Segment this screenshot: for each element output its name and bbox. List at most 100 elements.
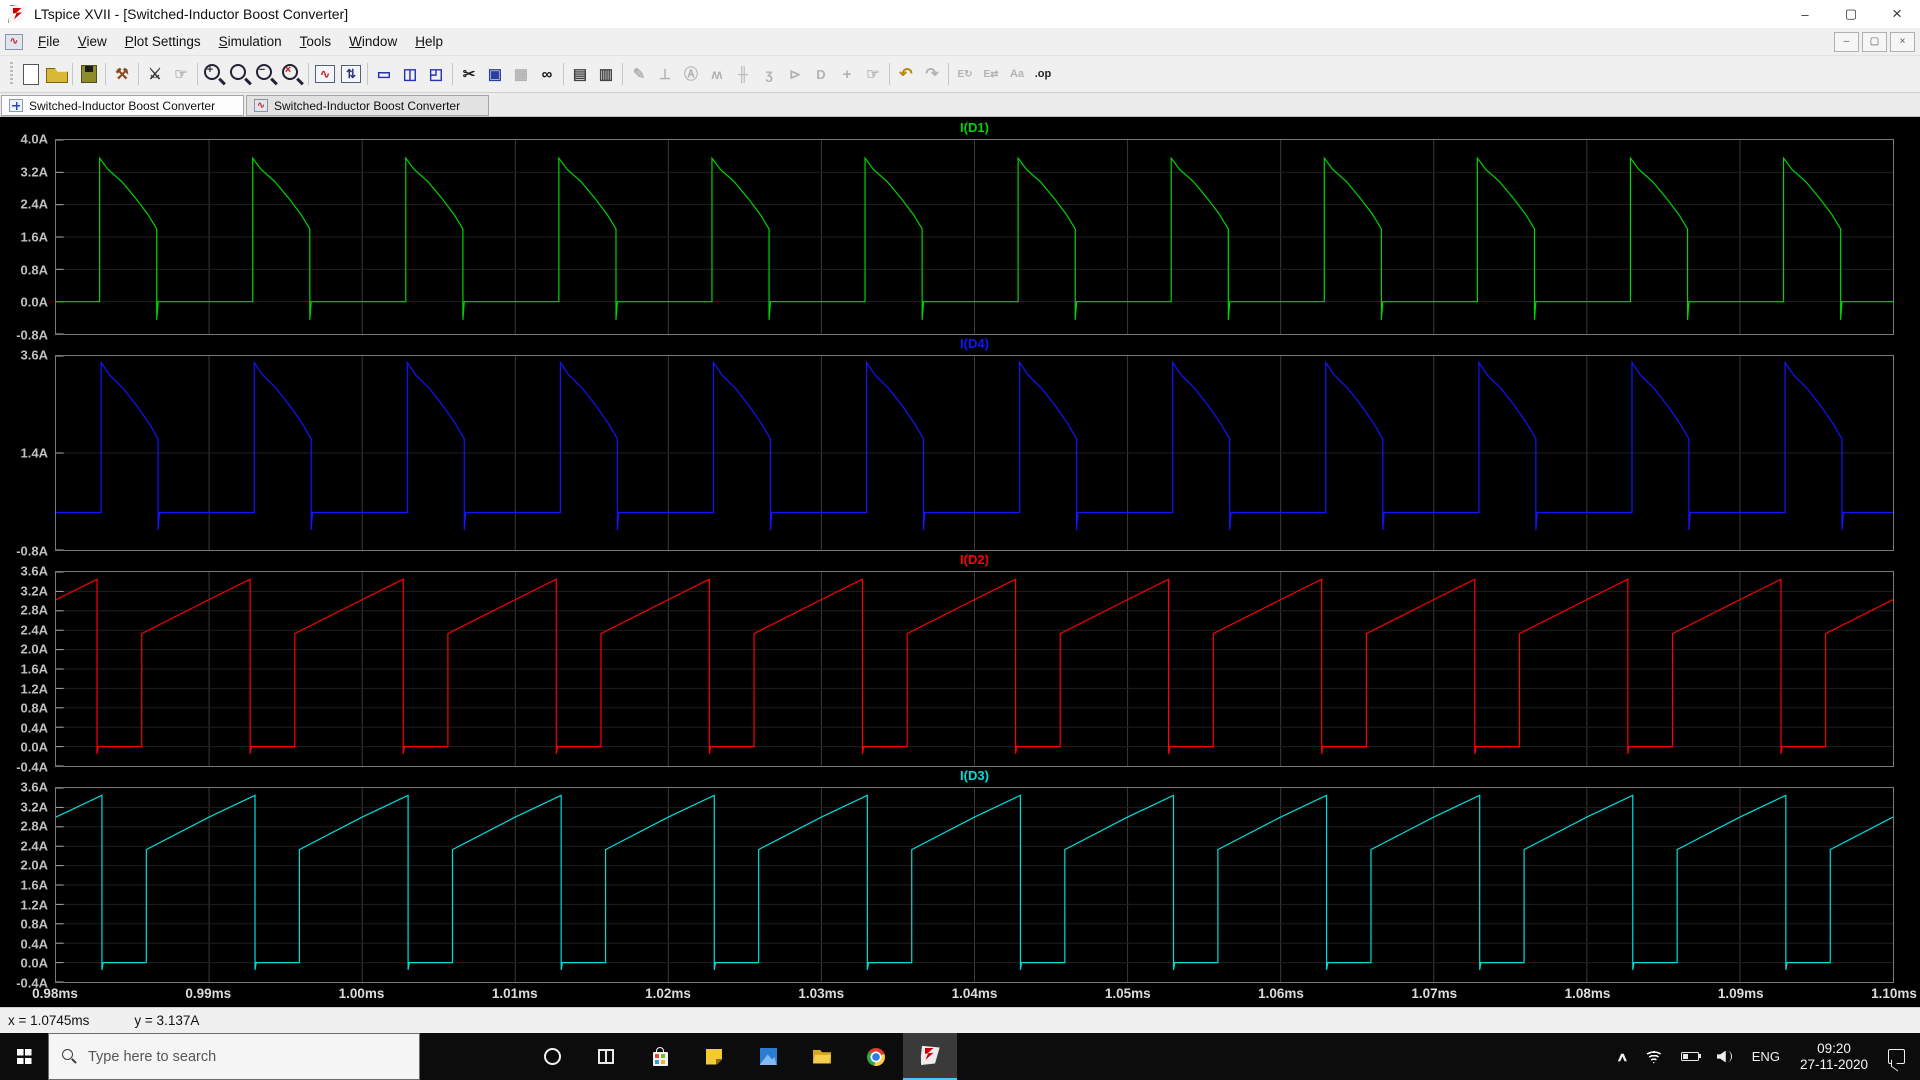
window-controls: – ▢ × xyxy=(1782,0,1920,28)
close-button[interactable]: × xyxy=(1874,0,1920,28)
volume-button[interactable] xyxy=(1708,1033,1743,1080)
zoom-box-button[interactable] xyxy=(227,61,253,87)
resistor-tool-button: ʍ xyxy=(711,66,723,82)
cut-button[interactable]: ✂ xyxy=(456,61,482,87)
toolbar-separator xyxy=(452,63,453,85)
tab-schematic[interactable]: Switched-Inductor Boost Converter xyxy=(1,95,244,116)
network-button[interactable] xyxy=(1636,1033,1672,1080)
menu-tools[interactable]: Tools xyxy=(291,30,341,53)
mdi-window-controls: – ▢ × xyxy=(1834,31,1915,52)
sticky-notes-button[interactable] xyxy=(687,1033,741,1080)
tab-bar: Switched-Inductor Boost Converter ∿ Swit… xyxy=(0,93,1920,117)
waveform-plot-area[interactable]: I(D1) 4.0A 3.2A 2.4A 1.6A 0.8A 0.0A -0.8A I(D4) 3… xyxy=(0,117,1920,1007)
capacitor-tool-button: ╫ xyxy=(738,66,748,82)
task-view-button[interactable] xyxy=(579,1033,633,1080)
ltspice-icon xyxy=(919,1045,940,1066)
pane-title-I(D4)[interactable]: I(D4) xyxy=(0,335,1920,355)
file-explorer-button[interactable] xyxy=(795,1033,849,1080)
pane-row: 3.6A 3.2A 2.8A 2.4A 2.0A 1.6A 1.2A 0.8A 0.4A 0.0A… xyxy=(0,780,1920,991)
mdi-close-button[interactable]: × xyxy=(1890,31,1915,52)
copy-button[interactable]: ▣ xyxy=(482,61,508,87)
y-tick-label: -0.8A xyxy=(16,327,48,343)
chrome-button[interactable] xyxy=(849,1033,903,1080)
search-input[interactable] xyxy=(88,1048,388,1065)
menu-view[interactable]: View xyxy=(69,30,116,53)
action-center-icon xyxy=(1888,1049,1905,1064)
control-panel-button[interactable]: ⚒ xyxy=(109,61,135,87)
y-tick-label: 3.6A xyxy=(20,779,48,795)
cortana-button[interactable] xyxy=(525,1033,579,1080)
pan-plot-button[interactable]: ⇅ xyxy=(338,61,364,87)
menu-window[interactable]: Window xyxy=(340,30,406,53)
mdi-restore-button[interactable]: ▢ xyxy=(1862,31,1887,52)
y-tick-label: -0.8A xyxy=(16,543,48,559)
find-button[interactable]: ∞ xyxy=(534,61,560,87)
pane-title-I(D1)[interactable]: I(D1) xyxy=(0,119,1920,139)
y-tick-label: 1.2A xyxy=(20,681,48,697)
mdi-minimize-button[interactable]: – xyxy=(1834,31,1859,52)
y-axis-I(D4)[interactable]: 3.6A 1.4A -0.8A xyxy=(0,348,55,559)
autorange-y-button[interactable]: ∿ xyxy=(312,61,338,87)
open-button[interactable] xyxy=(43,61,69,87)
tile-horizontal-button[interactable]: ▭ xyxy=(371,61,397,87)
y-tick-label: 0.4A xyxy=(20,936,48,952)
menu-help[interactable]: Help xyxy=(406,30,452,53)
pane-I(D1): I(D1) 4.0A 3.2A 2.4A 1.6A 0.8A 0.0A -0.8A xyxy=(0,119,1920,343)
restore-button[interactable]: ▢ xyxy=(1828,0,1874,28)
zoom-full-extents-button[interactable]: × xyxy=(279,61,305,87)
taskbar-search[interactable] xyxy=(48,1033,420,1080)
print-button[interactable]: ▤ xyxy=(567,61,593,87)
halt-button[interactable]: ⚔ xyxy=(142,61,168,87)
y-axis-I(D3)[interactable]: 3.6A 3.2A 2.8A 2.4A 2.0A 1.6A 1.2A 0.8A 0.4A 0.0A… xyxy=(0,780,55,991)
spice-directive-button[interactable]: .op xyxy=(1030,61,1056,87)
waveform-icon: ∿ xyxy=(254,99,268,112)
battery-button[interactable] xyxy=(1672,1033,1708,1080)
start-button[interactable] xyxy=(0,1033,48,1080)
store-button[interactable] xyxy=(633,1033,687,1080)
ltspice-taskbar-button[interactable] xyxy=(903,1033,957,1080)
y-tick-label: 3.6A xyxy=(20,563,48,579)
language-button[interactable]: ENG xyxy=(1743,1033,1789,1080)
toolbar: ▶ ⚒ ⚔ ☞ + − × ∿ ⇅ ▭ ◫ ◰ ✂ ▣ ▦ ∞ ▤ ▥ ✎ ⊥ Ⓐʍ ╫ ʒ ⊳ D + ☞ ↶ ↷ E↻ E⇄ Aa .op xyxy=(0,56,1920,93)
pane-title-I(D3)[interactable]: I(D3) xyxy=(0,767,1920,787)
action-center-button[interactable] xyxy=(1879,1033,1920,1080)
photos-button[interactable] xyxy=(741,1033,795,1080)
x-axis[interactable]: 0.98ms 0.99ms 1.00ms 1.01ms 1.02ms 1.03ms 1.04… xyxy=(32,983,1917,1007)
cortana-icon xyxy=(543,1048,561,1065)
menu-file[interactable]: File xyxy=(29,30,69,53)
pane-row: 3.6A 1.4A -0.8A xyxy=(0,348,1920,559)
tile-vertical-button[interactable]: ◫ xyxy=(397,61,423,87)
plot-pane-I(D3)[interactable] xyxy=(55,787,1894,983)
date: 27-11-2020 xyxy=(1799,1056,1868,1072)
tab-waveform[interactable]: ∿ Switched-Inductor Boost Converter xyxy=(246,95,489,116)
y-axis-I(D2)[interactable]: 3.6A 3.2A 2.8A 2.4A 2.0A 1.6A 1.2A 0.8A 0.4A 0.0A… xyxy=(0,564,55,775)
window-title: LTspice XVII - [Switched-Inductor Boost … xyxy=(34,6,349,22)
wire-tool-button: ✎ xyxy=(632,66,646,83)
x-tick-label: 1.06ms xyxy=(1258,986,1304,1001)
zoom-out-button[interactable]: − xyxy=(253,61,279,87)
y-tick-label: 0.0A xyxy=(20,739,48,755)
zoom-in-button[interactable]: + xyxy=(201,61,227,87)
plot-pane-I(D2)[interactable] xyxy=(55,571,1894,767)
save-button[interactable] xyxy=(76,61,102,87)
tray-expand-button[interactable]: ∧ xyxy=(1609,1033,1636,1080)
y-axis-I(D1)[interactable]: 4.0A 3.2A 2.4A 1.6A 0.8A 0.0A -0.8A xyxy=(0,132,55,343)
plot-pane-I(D1)[interactable] xyxy=(55,139,1894,335)
toolbar-separator xyxy=(308,63,309,85)
toolbar-separator xyxy=(72,63,73,85)
run-button[interactable]: ▶ xyxy=(17,61,43,87)
toolbar-separator xyxy=(622,63,623,85)
plot-pane-I(D4)[interactable] xyxy=(55,355,1894,551)
cascade-windows-button[interactable]: ◰ xyxy=(423,61,449,87)
minimize-button[interactable]: – xyxy=(1782,0,1828,28)
pane-title-I(D2)[interactable]: I(D2) xyxy=(0,551,1920,571)
menu-plot-settings[interactable]: Plot Settings xyxy=(116,30,210,53)
pane-I(D2): I(D2) 3.6A 3.2A 2.8A 2.4A 2.0A 1.6A 1.2A 0.8A 0.4… xyxy=(0,551,1920,775)
y-tick-label: -0.4A xyxy=(16,759,48,775)
x-tick-label: 1.00ms xyxy=(338,986,385,1001)
wifi-icon xyxy=(1644,1050,1663,1064)
print-preview-button[interactable]: ▥ xyxy=(593,61,619,87)
undo-button[interactable]: ↶ xyxy=(893,61,919,87)
clock[interactable]: 09:20 27-11-2020 xyxy=(1789,1041,1879,1073)
menu-simulation[interactable]: Simulation xyxy=(210,30,291,53)
